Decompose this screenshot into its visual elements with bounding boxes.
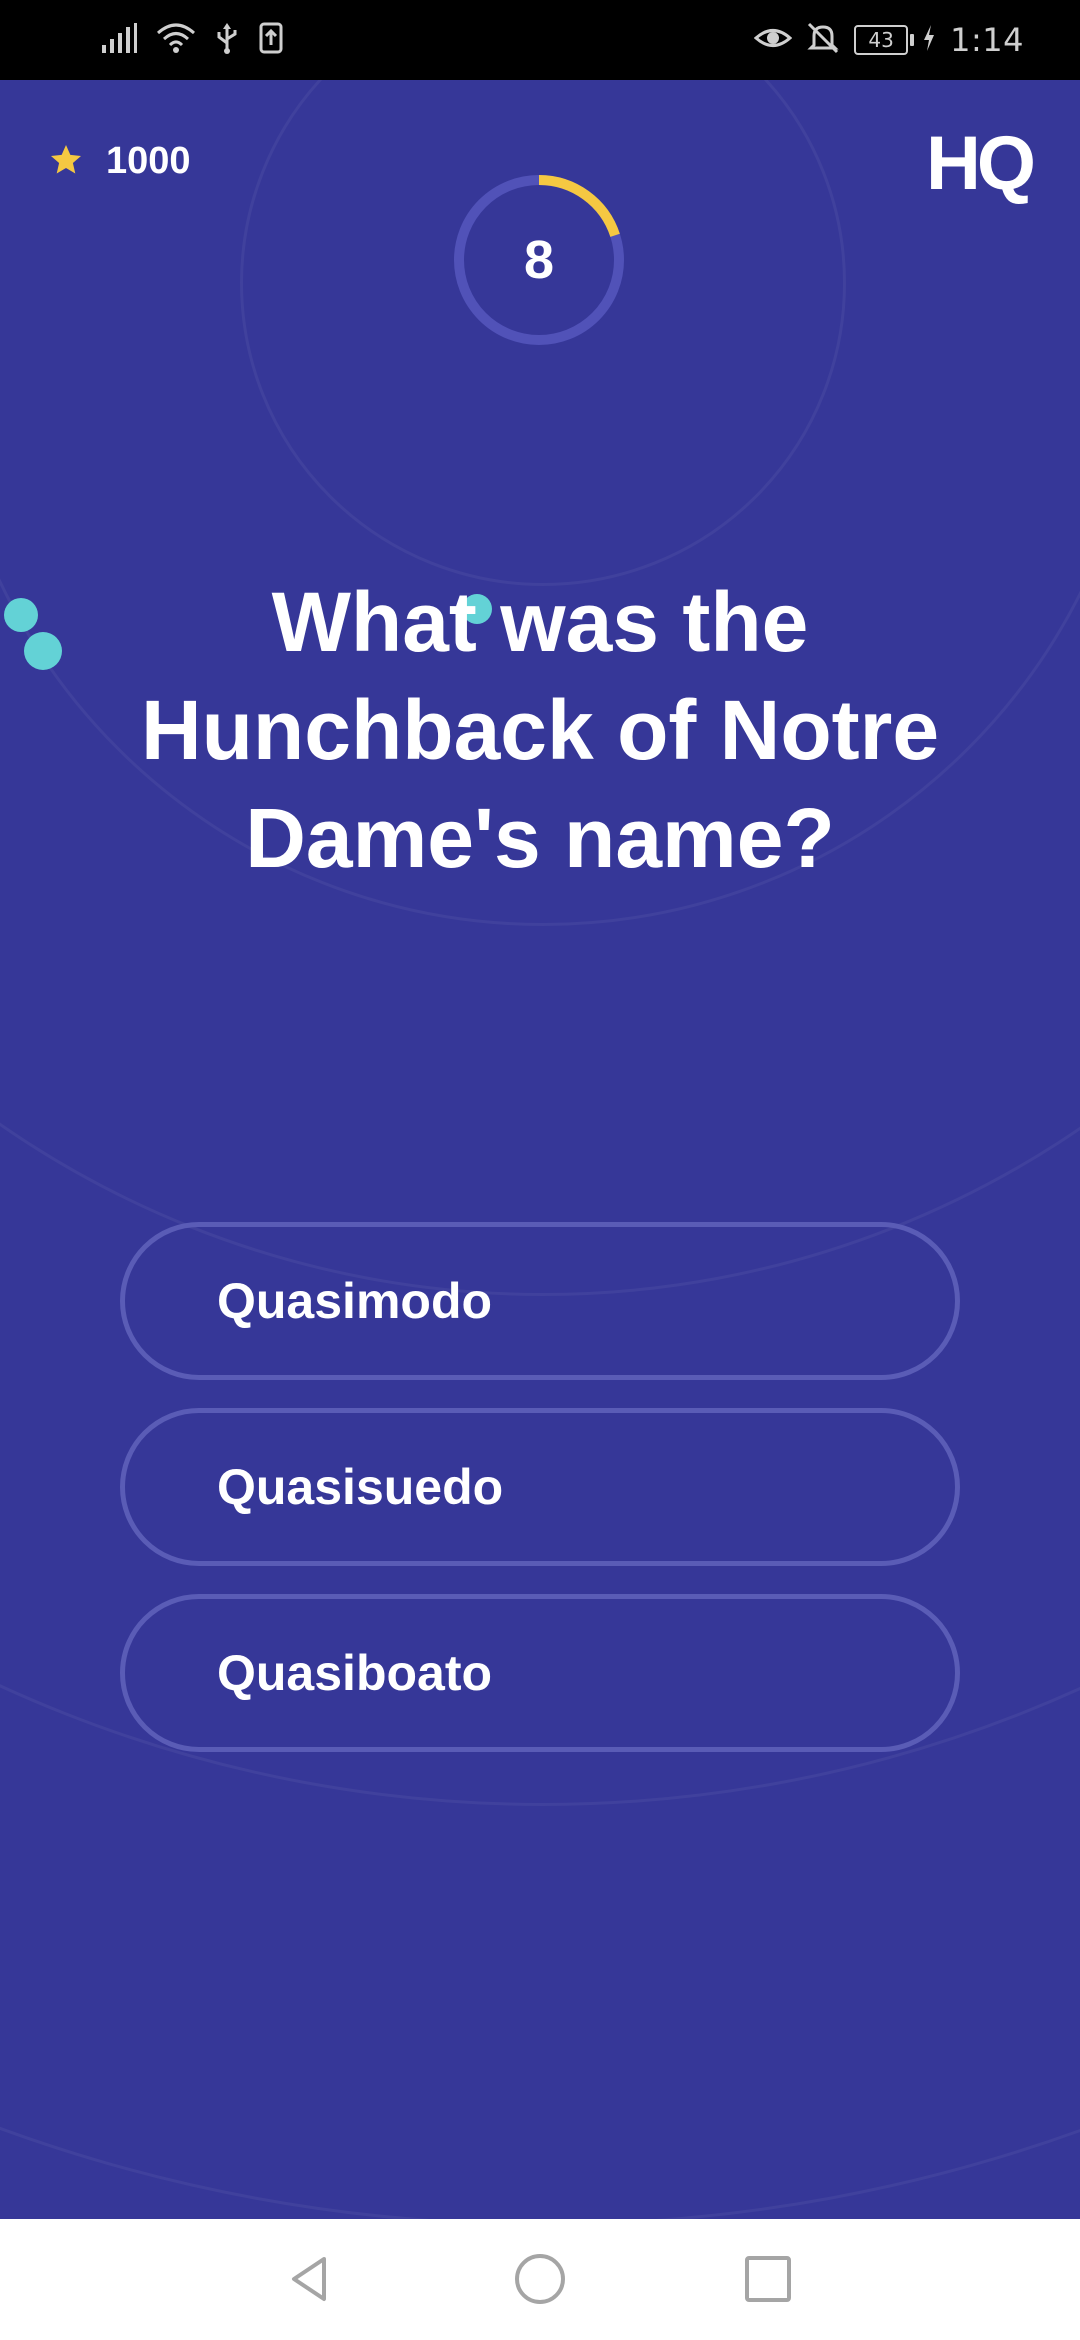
home-icon <box>515 2254 565 2304</box>
usb-icon <box>214 21 240 59</box>
wifi-icon <box>156 21 196 59</box>
status-bar: 43 1:14 <box>0 0 1080 80</box>
status-left-icons <box>100 14 284 66</box>
star-icon <box>48 142 84 182</box>
recents-icon <box>745 2256 791 2302</box>
answer-label: Quasimodo <box>217 1273 493 1329</box>
background-ring <box>0 80 1080 2219</box>
eye-icon <box>753 23 793 57</box>
home-button[interactable] <box>510 2249 570 2309</box>
score-value: 1000 <box>106 140 191 182</box>
battery-indicator: 43 <box>854 25 915 55</box>
question-text: What was the Hunchback of Notre Dame's n… <box>140 575 940 885</box>
game-area: 1000 8 HQ What was the Hunchback of Notr… <box>0 80 1080 2219</box>
answer-list: Quasimodo Quasisuedo Quasiboato <box>120 1222 960 1780</box>
answer-option[interactable]: Quasiboato <box>120 1594 960 1752</box>
system-nav-bar <box>0 2219 1080 2340</box>
status-right-icons: 43 1:14 <box>753 14 1024 66</box>
app-screen: 43 1:14 1000 8 HQ What was the Hunchback… <box>0 0 1080 2340</box>
bell-off-icon <box>806 21 840 59</box>
score-display: 1000 <box>48 140 191 183</box>
charging-icon <box>922 23 936 57</box>
upload-icon <box>258 21 284 59</box>
answer-option[interactable]: Quasisuedo <box>120 1408 960 1566</box>
answer-label: Quasisuedo <box>217 1459 504 1515</box>
recents-button[interactable] <box>738 2249 798 2309</box>
decorative-dot <box>4 598 38 632</box>
answer-label: Quasiboato <box>217 1645 493 1701</box>
hq-logo: HQ <box>926 121 1036 206</box>
back-icon <box>292 2257 326 2301</box>
countdown-timer: 8 <box>451 172 627 348</box>
decorative-dot <box>24 632 62 670</box>
answer-option[interactable]: Quasimodo <box>120 1222 960 1380</box>
back-button[interactable] <box>280 2249 340 2309</box>
signal-icon <box>100 21 138 59</box>
timer-value: 8 <box>523 230 555 290</box>
status-clock: 1:14 <box>950 21 1024 59</box>
